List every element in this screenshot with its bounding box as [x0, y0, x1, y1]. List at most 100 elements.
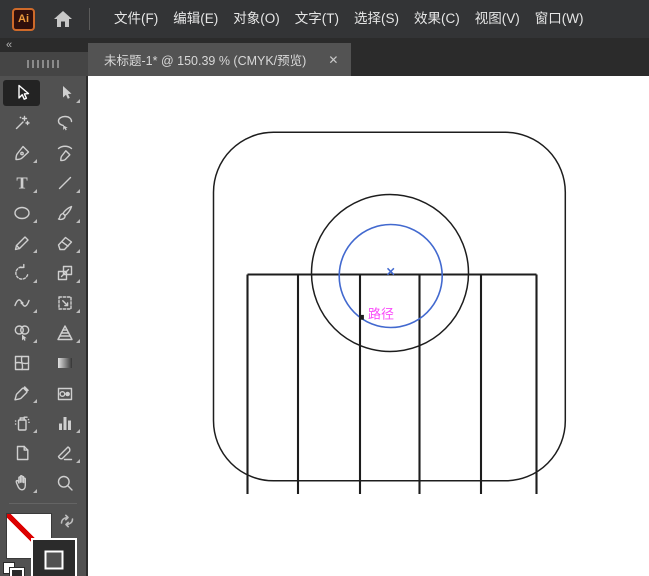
canvas[interactable]: 路径 [88, 76, 649, 576]
anchor-point[interactable] [359, 314, 364, 320]
stroke-swatch-black[interactable] [31, 538, 77, 576]
flyout-triangle-icon [33, 339, 37, 343]
column-graph-icon [46, 410, 83, 436]
tab-row: « 未标题-1* @ 150.39 % (CMYK/预览) ✕ [0, 38, 649, 76]
type-icon: T [3, 170, 40, 196]
flyout-triangle-icon [33, 189, 37, 193]
lasso-tool[interactable] [43, 108, 86, 138]
mesh-icon [3, 350, 40, 376]
hand-icon [3, 470, 40, 496]
paintbrush-icon [46, 200, 83, 226]
smart-guide-path-label: 路径 [368, 307, 394, 322]
topbar-divider [89, 8, 90, 30]
column-graph-tool[interactable] [43, 408, 86, 438]
eraser-tool[interactable] [43, 228, 86, 258]
width-tool[interactable] [0, 288, 43, 318]
grip-dots-icon [27, 60, 61, 68]
direct-selection-tool[interactable] [43, 78, 86, 108]
menu-window[interactable]: 窗口(W) [528, 0, 591, 38]
flyout-triangle-icon [33, 159, 37, 163]
zoom-icon [46, 470, 83, 496]
menu-object[interactable]: 对象(O) [226, 0, 287, 38]
flyout-triangle-icon [76, 249, 80, 253]
rotate-icon [3, 260, 40, 286]
document-tab-bar: 未标题-1* @ 150.39 % (CMYK/预览) ✕ [88, 38, 649, 76]
menu-effect[interactable]: 效果(C) [407, 0, 467, 38]
artwork[interactable]: 路径 [88, 76, 647, 576]
default-fill-stroke-icon[interactable] [3, 562, 27, 576]
flyout-triangle-icon [76, 459, 80, 463]
top-menu-bar: Ai 文件(F) 编辑(E) 对象(O) 文字(T) 选择(S) 效果(C) 视… [0, 0, 649, 38]
magic-wand-tool[interactable] [0, 108, 43, 138]
flyout-triangle-icon [76, 429, 80, 433]
slice-icon [46, 440, 83, 466]
lasso-icon [46, 110, 83, 136]
document-title: 未标题-1* @ 150.39 % (CMYK/预览) [104, 54, 307, 68]
menu-edit[interactable]: 编辑(E) [166, 0, 225, 38]
illustrator-logo-icon[interactable]: Ai [12, 7, 35, 31]
slice-tool[interactable] [43, 438, 86, 468]
home-icon-glyph [54, 11, 72, 27]
swap-fill-stroke-icon[interactable] [57, 511, 77, 531]
eyedropper-tool[interactable] [0, 378, 43, 408]
menubar: 文件(F) 编辑(E) 对象(O) 文字(T) 选择(S) 效果(C) 视图(V… [107, 0, 591, 38]
menu-view[interactable]: 视图(V) [468, 0, 527, 38]
zoom-tool[interactable] [43, 468, 86, 498]
artboard-tool[interactable] [0, 438, 43, 468]
paintbrush-tool[interactable] [43, 198, 86, 228]
home-icon[interactable] [50, 6, 76, 32]
flyout-triangle-icon [33, 219, 37, 223]
hand-tool[interactable] [0, 468, 43, 498]
swap-arrows-glyph [60, 514, 74, 528]
pencil-icon [3, 230, 40, 256]
pen-tool[interactable] [0, 138, 43, 168]
panel-collapse-strip: « [0, 38, 88, 52]
pencil-tool[interactable] [0, 228, 43, 258]
menu-file[interactable]: 文件(F) [107, 0, 165, 38]
symbol-sprayer-tool[interactable] [0, 408, 43, 438]
ellipse-tool[interactable] [0, 198, 43, 228]
flyout-triangle-icon [33, 399, 37, 403]
svg-text:T: T [16, 174, 28, 193]
perspective-grid-tool[interactable] [43, 318, 86, 348]
flyout-triangle-icon [33, 429, 37, 433]
tab-close-icon[interactable]: ✕ [328, 54, 338, 66]
magic-wand-icon [3, 110, 40, 136]
rotate-tool[interactable] [0, 258, 43, 288]
flyout-triangle-icon [33, 249, 37, 253]
eyedropper-icon [3, 380, 40, 406]
menu-type[interactable]: 文字(T) [288, 0, 346, 38]
line-segment-tool[interactable] [43, 168, 86, 198]
tool-panel-header: « [0, 38, 88, 76]
collapse-panel-icon[interactable]: « [6, 40, 12, 51]
scale-tool[interactable] [43, 258, 86, 288]
mesh-tool[interactable] [0, 348, 43, 378]
gradient-icon [46, 350, 83, 376]
artboard-icon [3, 440, 40, 466]
shape-builder-tool[interactable] [0, 318, 43, 348]
selection-tool[interactable] [0, 78, 43, 108]
symbol-sprayer-icon [3, 410, 40, 436]
document-tab[interactable]: 未标题-1* @ 150.39 % (CMYK/预览) ✕ [88, 43, 352, 76]
eraser-icon [46, 230, 83, 256]
flyout-triangle-icon [76, 309, 80, 313]
tools-grid: T [0, 76, 86, 498]
gradient-tool[interactable] [43, 348, 86, 378]
panel-grip-strip[interactable] [0, 52, 88, 76]
flyout-triangle-icon [76, 219, 80, 223]
mini-stroke-square [10, 568, 24, 576]
scale-icon [46, 260, 83, 286]
free-transform-tool[interactable] [43, 288, 86, 318]
flyout-triangle-icon [76, 189, 80, 193]
fill-stroke-swatches [0, 504, 86, 576]
flyout-triangle-icon [76, 99, 80, 103]
tools-panel: T [0, 76, 88, 576]
flyout-triangle-icon [33, 279, 37, 283]
line-icon [46, 170, 83, 196]
blend-tool[interactable] [43, 378, 86, 408]
menu-select[interactable]: 选择(S) [347, 0, 406, 38]
type-tool[interactable]: T [0, 168, 43, 198]
curvature-tool[interactable] [43, 138, 86, 168]
main-area: T 路径 [0, 76, 649, 576]
stroke-swatch-hole [44, 550, 64, 570]
